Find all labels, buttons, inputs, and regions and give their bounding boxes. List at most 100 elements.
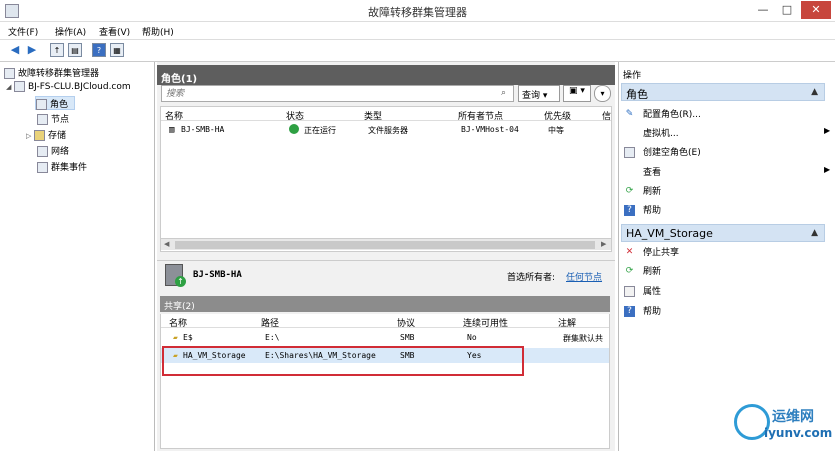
menu-view[interactable]: 查看(V) (99, 25, 130, 38)
action-view[interactable]: 查看 ▶ (624, 165, 830, 180)
roles-grid-header: 名称 状态 类型 所有者节点 优先级 信 (161, 107, 611, 122)
roles-icon (36, 99, 47, 110)
minimize-button[interactable]: — (752, 1, 774, 19)
tree-item-networks[interactable]: 网络 (37, 144, 69, 158)
show-hide-actions-icon[interactable]: ▦ (110, 43, 124, 57)
roles-pane-title: 角色(1) (157, 65, 615, 85)
collapse-caret-icon[interactable]: ▲ (811, 228, 818, 238)
col-type[interactable]: 类型 (364, 109, 382, 122)
scrollbar-thumb[interactable] (175, 241, 595, 249)
col-share-path[interactable]: 路径 (261, 316, 279, 329)
tree-item-cluster-events[interactable]: 群集事件 (37, 160, 87, 174)
action-virtual-machines[interactable]: 虚拟机... ▶ (624, 126, 830, 141)
col-owner[interactable]: 所有者节点 (458, 109, 503, 122)
cluster-manager-icon (4, 68, 15, 79)
expand-icon[interactable]: ▷ (26, 132, 34, 140)
menu-action[interactable]: 操作(A) (55, 25, 86, 38)
configure-role-icon: ✎ (625, 109, 634, 119)
submenu-arrow-icon: ▶ (824, 126, 831, 135)
tree-root[interactable]: 故障转移群集管理器 (4, 66, 99, 80)
menu-help[interactable]: 帮助(H) (142, 25, 174, 38)
col-name[interactable]: 名称 (165, 109, 183, 122)
maximize-button[interactable]: □ (776, 1, 798, 19)
tree-item-roles[interactable]: 角色 (35, 96, 75, 110)
col-info[interactable]: 信 (602, 109, 611, 122)
server-icon: ↑ (165, 264, 186, 287)
forward-arrow-icon[interactable]: ▶ (25, 43, 39, 57)
blank-icon (624, 167, 635, 178)
cluster-icon (14, 81, 25, 92)
tree-cluster[interactable]: ◢ BJ-FS-CLU.BJCloud.com (6, 81, 131, 95)
search-input[interactable] (161, 85, 514, 102)
table-row[interactable]: ▰ E$ E:\ SMB No 群集默认共 (161, 330, 609, 345)
storage-icon (34, 130, 45, 141)
action-configure-role[interactable]: ✎ 配置角色(R)... (624, 107, 701, 122)
help-icon[interactable]: ? (92, 43, 106, 57)
toolbar: ◀ ▶ ↑ ▤ ? ▦ (0, 40, 835, 62)
blank-icon (624, 128, 635, 139)
query-button[interactable]: 查询 ▾ (518, 85, 560, 102)
action-create-empty-role[interactable]: 创建空角色(E) (624, 145, 701, 160)
shares-grid: 名称 路径 协议 连续可用性 注解 ▰ E$ E:\ SMB No 群集默认共 … (160, 314, 610, 449)
col-share-ca[interactable]: 连续可用性 (463, 316, 508, 329)
chevron-down-icon: ▾ (542, 91, 548, 101)
menu-bar: 文件(F) 操作(A) 查看(V) 帮助(H) (0, 22, 835, 40)
stop-icon: ✕ (625, 247, 634, 257)
scroll-left-icon[interactable]: ◀ (164, 240, 169, 248)
file-server-icon: ▥ (169, 125, 175, 135)
center-pane: 角色(1) ⌕ 查询 ▾ ▣ ▾ ▾ 名称 状态 类型 所有者节点 优先级 信 … (157, 62, 615, 451)
events-icon (37, 162, 48, 173)
collapse-caret-icon[interactable]: ▲ (811, 87, 818, 97)
close-button[interactable]: ✕ (801, 1, 831, 19)
actions-pane: 操作 角色 ▲ ✎ 配置角色(R)... 虚拟机... ▶ 创建空角色(E) 查看 ▶… (618, 62, 835, 451)
action-refresh-share[interactable]: ⟳ 刷新 (624, 264, 661, 279)
col-priority[interactable]: 优先级 (544, 109, 571, 122)
nodes-icon (37, 114, 48, 125)
back-arrow-icon[interactable]: ◀ (8, 43, 22, 57)
action-stop-sharing[interactable]: ✕ 停止共享 (624, 245, 679, 260)
collapse-icon[interactable]: ◢ (6, 83, 14, 91)
actions-header: 操作 (623, 71, 642, 81)
collapse-pane-button[interactable]: ▾ (594, 85, 611, 102)
horizontal-scrollbar[interactable]: ◀ ▶ (161, 238, 611, 250)
up-folder-icon[interactable]: ↑ (50, 43, 64, 57)
refresh-icon: ⟳ (625, 186, 634, 196)
roles-grid: 名称 状态 类型 所有者节点 优先级 信 ▥ BJ-SMB-HA 正在运行 文件… (160, 106, 612, 252)
col-share-name[interactable]: 名称 (169, 316, 187, 329)
share-folder-icon: ▰ (173, 333, 178, 342)
help-icon: ? (624, 306, 635, 317)
detail-role-name: BJ-SMB-HA (193, 270, 242, 280)
help-icon: ? (624, 205, 635, 216)
navigation-tree: 故障转移群集管理器 ◢ BJ-FS-CLU.BJCloud.com 角色 节点 ▷… (0, 62, 155, 451)
action-properties[interactable]: 属性 (624, 284, 661, 299)
search-icon[interactable]: ⌕ (501, 88, 506, 98)
scroll-right-icon[interactable]: ▶ (601, 240, 606, 248)
save-query-button[interactable]: ▣ ▾ (563, 85, 591, 102)
title-bar: 故障转移群集管理器 — □ ✕ (0, 0, 835, 22)
col-share-note[interactable]: 注解 (558, 316, 576, 329)
actions-section-share[interactable]: HA_VM_Storage ▲ (621, 224, 825, 242)
networks-icon (37, 146, 48, 157)
table-row[interactable]: ▥ BJ-SMB-HA 正在运行 文件服务器 BJ-VMHost-04 中等 (161, 122, 611, 137)
menu-file[interactable]: 文件(F) (8, 25, 38, 38)
action-help[interactable]: ? 帮助 (624, 203, 661, 218)
properties-icon (624, 286, 635, 297)
action-refresh[interactable]: ⟳ 刷新 (624, 184, 661, 199)
watermark-text-url: iyunv.com (764, 426, 833, 440)
window-title: 故障转移群集管理器 (368, 6, 467, 19)
tree-item-nodes[interactable]: 节点 (37, 112, 69, 126)
role-detail-band: ↑ BJ-SMB-HA 首选所有者: 任何节点 (157, 260, 615, 288)
shares-pane-title: 共享(2) (160, 296, 610, 312)
col-status[interactable]: 状态 (286, 109, 304, 122)
col-share-protocol[interactable]: 协议 (397, 316, 415, 329)
actions-section-roles[interactable]: 角色 ▲ (621, 83, 825, 101)
tree-item-storage[interactable]: ▷ 存储 (26, 128, 66, 142)
shares-grid-header: 名称 路径 协议 连续可用性 注解 (161, 314, 609, 329)
preferred-owner-link[interactable]: 任何节点 (566, 270, 602, 283)
highlight-box (162, 346, 524, 376)
preferred-owner-label: 首选所有者: (507, 273, 556, 283)
action-help-share[interactable]: ? 帮助 (624, 304, 661, 319)
show-hide-tree-icon[interactable]: ▤ (68, 43, 82, 57)
submenu-arrow-icon: ▶ (824, 165, 831, 174)
refresh-icon: ⟳ (625, 266, 634, 276)
